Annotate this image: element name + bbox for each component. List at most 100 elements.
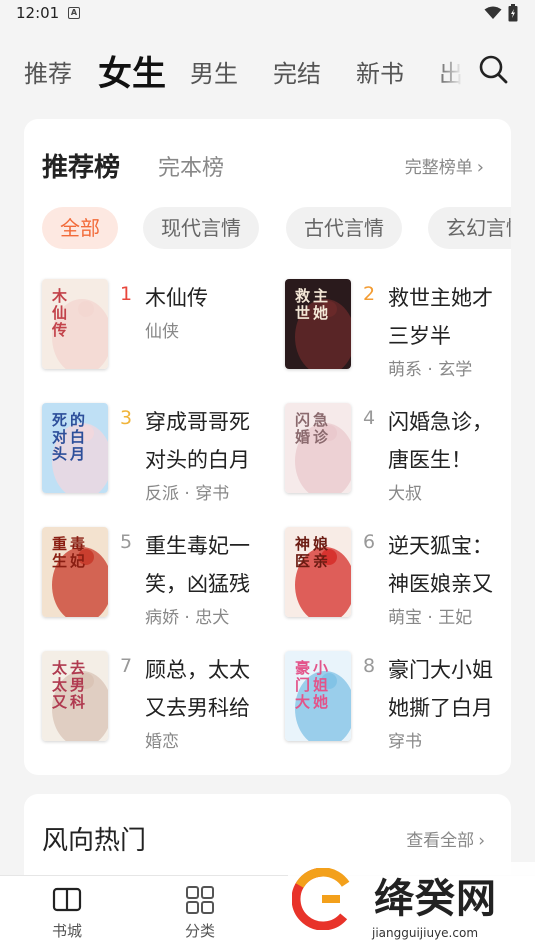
battery-icon — [508, 4, 518, 22]
book-title: 逆天狐宝：神医娘亲又 — [388, 534, 493, 596]
watermark-logo-icon — [292, 868, 354, 930]
chip-fantasy-romance[interactable]: 玄幻言情 — [428, 207, 511, 249]
ranking-card: 推荐榜 完本榜 完整榜单› 全部 现代言情 古代言情 玄幻言情 木仙传 1 木仙… — [24, 119, 511, 775]
book-cover[interactable]: 木仙传 — [42, 279, 108, 369]
nav-label: 分类 — [184, 922, 215, 940]
cover-lettering: 婚 — [295, 428, 310, 446]
cover-lettering: 白 — [70, 428, 85, 446]
cover-lettering: 急 — [313, 411, 328, 429]
rank-number: 2 — [363, 283, 376, 305]
book-cover[interactable]: 闪婚急诊 — [285, 403, 351, 493]
cover-lettering: 头 — [52, 445, 67, 463]
search-icon[interactable] — [478, 54, 508, 84]
book-item[interactable]: 木仙传 1 木仙传 仙侠 — [42, 279, 267, 389]
book-title: 顾总，太太又去男科给 — [145, 658, 250, 720]
book-tags: 仙侠 — [145, 322, 179, 342]
book-tags: 萌系 · 玄学 — [388, 360, 473, 380]
book-tags: 反派 · 穿书 — [145, 484, 230, 504]
cover-lettering: 死 — [52, 411, 67, 429]
book-item[interactable]: 神医娘亲 6 逆天狐宝：神医娘亲又 萌宝 · 王妃 — [285, 527, 510, 637]
ranking-header: 推荐榜 完本榜 完整榜单 › — [42, 147, 492, 187]
trending-title: 风向热门 — [42, 826, 147, 856]
tab-new-books[interactable]: 新书 — [356, 54, 404, 89]
book-title: 木仙传 — [145, 286, 208, 310]
book-cover[interactable]: 豪门大小姐她 — [285, 651, 351, 741]
tab-fade-overlay — [436, 40, 472, 98]
book-item[interactable]: 重生毒妃 5 重生毒妃一笑，凶猛残 病娇 · 忠犬 — [42, 527, 267, 637]
cover-lettering: 小 — [313, 659, 328, 677]
app-screen: 12:01 A 推荐 女生 男生 完结 新书 出 推荐榜 完本榜 完整榜单› — [0, 0, 535, 951]
book-item[interactable]: 太太又去男科 7 顾总，太太又去男科给 婚恋 — [42, 651, 267, 761]
tab-female[interactable]: 女生 — [98, 46, 166, 95]
chevron-right-icon: › — [476, 157, 484, 178]
cover-lettering: 妃 — [70, 552, 85, 570]
cover-lettering: 亲 — [313, 552, 328, 570]
cover-lettering: 重 — [52, 535, 67, 553]
cover-lettering: 她 — [313, 693, 328, 711]
book-cover[interactable]: 救世主她 — [285, 279, 351, 369]
ranking-title[interactable]: 推荐榜 — [42, 147, 120, 184]
view-all-link[interactable]: 查看全部 › — [406, 826, 485, 851]
rank-number: 6 — [363, 531, 376, 553]
book-title: 闪婚急诊，唐医生！ — [388, 410, 493, 472]
cover-lettering: 大 — [295, 693, 310, 711]
site-watermark: 绛癸网 jiangguijiuye.com — [288, 862, 535, 951]
book-cover[interactable]: 太太又去男科 — [42, 651, 108, 741]
nav-categories[interactable]: 分类 — [165, 884, 235, 941]
rank-number: 4 — [363, 407, 376, 429]
book-title: 救世主她才三岁半 — [388, 286, 493, 348]
cover-lettering: 主 — [313, 287, 328, 305]
book-tags: 婚恋 — [145, 732, 179, 752]
status-bar: 12:01 A — [0, 0, 535, 28]
finished-ranking-tab[interactable]: 完本榜 — [158, 150, 224, 182]
cover-lettering: 她 — [313, 304, 328, 322]
rank-number: 3 — [120, 407, 133, 429]
nav-label: 书城 — [51, 922, 82, 940]
book-cover[interactable]: 死对头的白月 — [42, 403, 108, 493]
rank-number: 1 — [120, 283, 133, 305]
tab-finished[interactable]: 完结 — [273, 54, 321, 89]
book-item[interactable]: 死对头的白月 3 穿成哥哥死对头的白月 反派 · 穿书 — [42, 403, 267, 513]
cover-figure-head — [78, 301, 94, 317]
rank-number: 7 — [120, 655, 133, 677]
book-cover[interactable]: 神医娘亲 — [285, 527, 351, 617]
book-title: 穿成哥哥死对头的白月 — [145, 410, 250, 472]
cover-lettering: 男 — [70, 676, 85, 694]
cover-lettering: 救 — [295, 287, 310, 305]
book-item[interactable]: 豪门大小姐她 8 豪门大小姐她撕了白月 穿书 — [285, 651, 510, 761]
cover-lettering: 毒 — [70, 535, 85, 553]
book-item[interactable]: 救世主她 2 救世主她才三岁半 萌系 · 玄学 — [285, 279, 510, 389]
cover-lettering: 神 — [295, 535, 310, 553]
full-ranking-link[interactable]: 完整榜单 › — [405, 153, 484, 178]
chevron-right-icon: › — [478, 831, 485, 851]
cover-lettering: 的 — [70, 411, 85, 429]
book-cover[interactable]: 重生毒妃 — [42, 527, 108, 617]
book-tags: 萌宝 · 王妃 — [388, 608, 473, 628]
cover-lettering: 门 — [295, 676, 310, 694]
rank-number: 5 — [120, 531, 133, 553]
nav-bookstore[interactable]: 书城 — [32, 884, 102, 941]
book-open-icon — [52, 887, 82, 912]
cover-lettering: 娘 — [313, 535, 329, 553]
chip-all[interactable]: 全部 — [42, 207, 118, 249]
cover-lettering: 太 — [52, 659, 68, 677]
book-item[interactable]: 闪婚急诊 4 闪婚急诊，唐医生！ 大叔 — [285, 403, 510, 513]
book-tags: 穿书 — [388, 732, 422, 752]
tab-recommend[interactable]: 推荐 — [24, 54, 72, 89]
cover-lettering: 又 — [52, 693, 68, 711]
cover-lettering: 木 — [51, 287, 68, 305]
status-time: 12:01 — [16, 4, 60, 22]
notification-a-icon: A — [68, 7, 80, 19]
cover-lettering: 月 — [69, 445, 85, 463]
cover-lettering: 世 — [295, 304, 310, 322]
cover-lettering: 闪 — [295, 411, 310, 429]
chip-modern-romance[interactable]: 现代言情 — [143, 207, 259, 249]
cover-lettering: 医 — [295, 552, 310, 570]
top-tab-bar: 推荐 女生 男生 完结 新书 出 — [0, 40, 535, 98]
tab-male[interactable]: 男生 — [190, 54, 238, 89]
grid-icon — [186, 886, 214, 914]
chip-ancient-romance[interactable]: 古代言情 — [286, 207, 402, 249]
watermark-title: 绛癸网 — [374, 876, 497, 922]
book-tags: 病娇 · 忠犬 — [145, 608, 230, 628]
full-ranking-label: 完整榜单 — [404, 158, 473, 178]
